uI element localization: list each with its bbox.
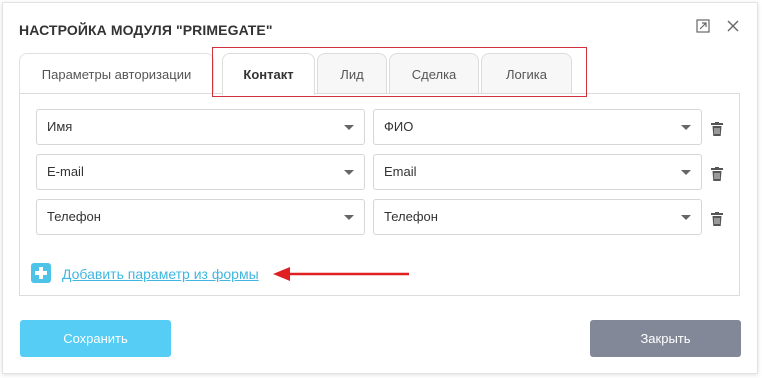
form-field-value: Телефон <box>47 209 101 224</box>
chevron-down-icon <box>681 170 691 175</box>
plus-icon[interactable] <box>31 263 51 283</box>
form-field-select[interactable]: Телефон <box>36 199 365 235</box>
form-field-value: E-mail <box>47 164 84 179</box>
chevron-down-icon <box>681 125 691 130</box>
tab-lead[interactable]: Лид <box>317 53 387 94</box>
tab-deal[interactable]: Сделка <box>389 53 479 94</box>
annotation-arrow-icon <box>270 264 412 289</box>
chevron-down-icon <box>344 125 354 130</box>
close-icon[interactable] <box>725 18 741 34</box>
crm-field-value: Email <box>384 164 417 179</box>
add-param-link[interactable]: Добавить параметр из формы <box>62 266 259 282</box>
crm-field-value: Телефон <box>384 209 438 224</box>
save-button[interactable]: Сохранить <box>20 320 171 357</box>
tab-logic[interactable]: Логика <box>481 53 572 94</box>
chevron-down-icon <box>344 170 354 175</box>
trash-icon[interactable] <box>711 212 723 226</box>
form-field-select[interactable]: Имя <box>36 109 365 145</box>
trash-icon[interactable] <box>711 122 723 136</box>
form-field-value: Имя <box>47 119 73 134</box>
close-button[interactable]: Закрыть <box>590 320 741 357</box>
trash-icon[interactable] <box>711 167 723 181</box>
tab-auth-params[interactable]: Параметры авторизации <box>19 53 214 94</box>
dialog-title: НАСТРОЙКА МОДУЛЯ "PRIMEGATE" <box>19 22 273 38</box>
chevron-down-icon <box>681 215 691 220</box>
tab-contact[interactable]: Контакт <box>222 53 315 95</box>
crm-field-select[interactable]: Телефон <box>373 199 702 235</box>
chevron-down-icon <box>344 215 354 220</box>
crm-field-select[interactable]: Email <box>373 154 702 190</box>
expand-icon[interactable] <box>695 18 711 34</box>
form-field-select[interactable]: E-mail <box>36 154 365 190</box>
crm-field-value: ФИО <box>384 119 414 134</box>
crm-field-select[interactable]: ФИО <box>373 109 702 145</box>
